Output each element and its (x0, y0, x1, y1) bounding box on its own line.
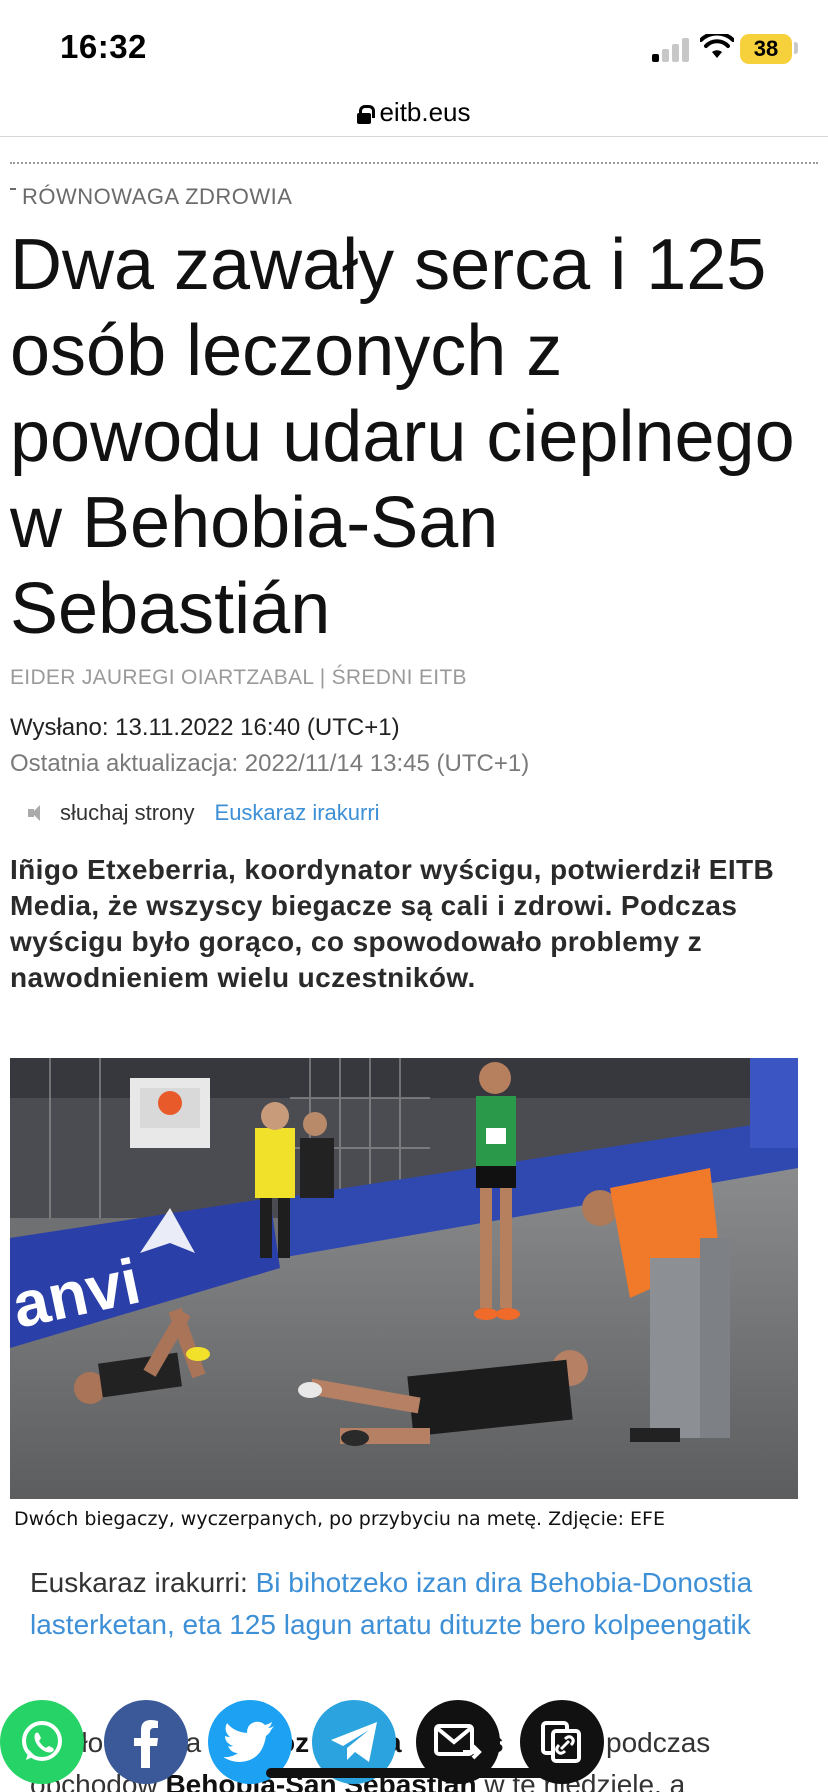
status-time: 16:32 (60, 28, 147, 65)
page-title: Dwa zawały serca i 125 osób leczonych z … (10, 225, 795, 649)
section-label[interactable]: RÓWNOWAGA ZDROWIA (10, 184, 292, 210)
battery-indicator: 38 (740, 34, 792, 64)
address-domain: eitb.eus (379, 96, 471, 127)
listen-row: słuchaj strony Euskaraz irakurri (28, 800, 380, 826)
status-bar: 16:32 38 (0, 0, 828, 96)
section-mark (10, 188, 16, 190)
twitter-icon (224, 1721, 274, 1762)
toolbar-divider (0, 136, 828, 137)
wifi-icon (700, 34, 734, 58)
listen-button[interactable]: słuchaj strony (60, 800, 195, 826)
basque-prefix: Euskaraz irakurri: (30, 1567, 256, 1598)
home-indicator (266, 1768, 562, 1778)
lock-icon (357, 105, 376, 124)
article-lead: Iñigo Etxeberria, koordynator wyścigu, p… (10, 854, 775, 993)
email-icon (434, 1724, 482, 1760)
basque-read-block: Euskaraz irakurri: Bi bihotzeko izan dir… (30, 1562, 800, 1646)
telegram-icon (331, 1722, 377, 1762)
byline: EIDER JAUREGI OIARTZABAL | ŚREDNI EITB (10, 666, 467, 689)
dotted-divider (10, 162, 818, 164)
whatsapp-share-button[interactable] (0, 1700, 84, 1784)
address-bar[interactable]: eitb.eus (0, 88, 828, 136)
photo-illustration: anvi (10, 1058, 798, 1499)
facebook-icon (134, 1720, 158, 1768)
published-date: Wysłano: 13.11.2022 16:40 (UTC+1) (10, 714, 400, 741)
section-label-text: RÓWNOWAGA ZDROWIA (22, 184, 293, 209)
facebook-share-button[interactable] (104, 1700, 188, 1784)
photo-caption: Dwóch biegaczy, wyczerpanych, po przybyc… (14, 1508, 665, 1530)
speaker-icon[interactable] (28, 804, 48, 822)
cellular-signal-icon (652, 36, 692, 62)
updated-date: Ostatnia aktualizacja: 2022/11/14 13:45 … (10, 750, 530, 777)
share-bar (0, 1700, 828, 1792)
basque-version-link[interactable]: Euskaraz irakurri (215, 800, 380, 826)
article-photo[interactable]: anvi (10, 1058, 798, 1499)
copy-link-icon (541, 1721, 581, 1763)
battery-tip (794, 42, 798, 54)
whatsapp-icon (22, 1721, 62, 1761)
